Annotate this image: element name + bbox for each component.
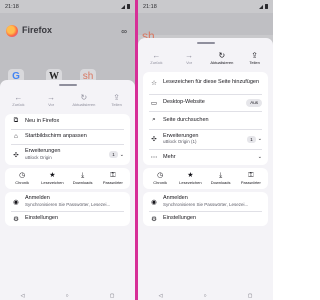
menu-item-find-in-page[interactable]: ⌕ Seite durchsuchen xyxy=(143,112,268,129)
firefox-wordmark: Firefox xyxy=(22,25,53,35)
account-card: ◉ Anmelden Synchronisieren Sie Passwörter… xyxy=(143,192,268,226)
menu-item-customize-home[interactable]: ⌂ Startbildschirm anpassen xyxy=(5,129,130,144)
settings-item[interactable]: ⚙ Einstellungen xyxy=(5,212,130,226)
menu-item-extensions[interactable]: ✣ Erweiterungen uBlock Origin (1) 1 ⌄ xyxy=(143,129,268,149)
system-home-icon[interactable]: ○ xyxy=(204,293,207,299)
signal-icon xyxy=(259,4,263,9)
key-icon: ⚿ xyxy=(248,171,254,179)
system-back-icon[interactable]: ◁ xyxy=(21,293,25,299)
chevron-down-icon[interactable]: ⌄ xyxy=(258,136,262,142)
system-home-icon[interactable]: ○ xyxy=(66,293,69,299)
status-icons xyxy=(259,4,268,9)
home-icon: ⌂ xyxy=(14,133,18,140)
share-button[interactable]: ⇪ Teilen xyxy=(239,51,271,66)
status-time: 21:18 xyxy=(143,3,157,10)
chevron-down-icon: ⌄ xyxy=(257,154,262,160)
settings-item[interactable]: ⚙ Einstellungen xyxy=(143,212,268,226)
system-recents-icon[interactable]: ▢ xyxy=(110,293,115,299)
arrow-left-icon: ← xyxy=(14,93,23,102)
menu-item-desktop-site[interactable]: ▭ Desktop-Website Aus xyxy=(143,94,268,111)
gear-icon: ⚙ xyxy=(151,215,157,223)
menu-sheet: ← Zurück → Vor ↻ Aktualisieren ⇪ Teilen ☆ Les… xyxy=(138,38,273,291)
quick-actions-card: ◷ Chronik ★ Lesezeichen ⤓ Downloads ⚿ Passwö… xyxy=(143,167,268,190)
menu-item-add-bookmark[interactable]: ☆ Lesezeichen für diese Seite hinzufügen xyxy=(143,72,268,94)
downloads-button[interactable]: ⤓ Downloads xyxy=(207,172,235,186)
account-icon: ◉ xyxy=(151,198,157,206)
share-icon: ⇪ xyxy=(251,51,258,60)
tab-icon: ⧉ xyxy=(13,117,19,124)
share-icon: ⇪ xyxy=(113,93,120,102)
nav-row: ← Zurück → Vor ↻ Aktualisieren ⇪ Teilen xyxy=(0,86,135,111)
status-bar: 21:18 xyxy=(0,0,135,13)
status-icons xyxy=(121,4,130,9)
download-icon: ⤓ xyxy=(219,171,223,179)
forward-button[interactable]: → Vor xyxy=(173,51,205,66)
system-nav-bar: ◁ ○ ▢ xyxy=(0,291,135,300)
account-icon: ◉ xyxy=(13,198,19,206)
sign-in-item[interactable]: ◉ Anmelden Synchronisieren Sie Passwörter… xyxy=(5,192,130,211)
page-actions-card: ☆ Lesezeichen für diese Seite hinzufügen … xyxy=(143,71,268,165)
history-button[interactable]: ◷ Chronik xyxy=(8,172,36,186)
download-icon: ⤓ xyxy=(81,171,85,179)
sign-in-item[interactable]: ◉ Anmelden Synchronisieren Sie Passwörter… xyxy=(143,192,268,211)
left-screen: 21:18 Firefox ∞ G W sh ← Zurück → Vor ↻ Akt… xyxy=(0,0,135,300)
status-time: 21:18 xyxy=(5,3,19,10)
quick-actions-row: ◷ Chronik ★ Lesezeichen ⤓ Downloads ⚿ Passwö… xyxy=(143,168,268,190)
chevron-down-icon[interactable]: ⌄ xyxy=(120,152,124,158)
firefox-logo-icon xyxy=(6,25,18,37)
battery-icon xyxy=(265,4,268,9)
star-outline-icon: ☆ xyxy=(151,79,157,87)
arrow-right-icon: → xyxy=(47,93,56,102)
battery-icon xyxy=(127,4,130,9)
bookmarks-button[interactable]: ★ Lesezeichen xyxy=(38,172,66,186)
system-nav-bar: ◁ ○ ▢ xyxy=(138,291,273,300)
private-mode-icon[interactable]: ∞ xyxy=(121,27,127,36)
passwords-button[interactable]: ⚿ Passwörter xyxy=(99,172,127,186)
reload-icon: ↻ xyxy=(218,51,226,60)
search-icon: ⌕ xyxy=(152,116,156,123)
more-dots-icon: ⋯ xyxy=(150,154,158,161)
quick-actions-card: ◷ Chronik ★ Lesezeichen ⤓ Downloads ⚿ Passwö… xyxy=(5,167,130,190)
arrow-right-icon: → xyxy=(185,51,194,60)
arrow-left-icon: ← xyxy=(152,51,161,60)
menu-item-extensions[interactable]: ✣ Erweiterungen uBlock Origin 1 ⌄ xyxy=(5,145,130,165)
menu-item-more[interactable]: ⋯ Mehr ⌄ xyxy=(143,150,268,165)
passwords-button[interactable]: ⚿ Passwörter xyxy=(237,172,265,186)
clock-icon: ◷ xyxy=(157,171,164,179)
clock-icon: ◷ xyxy=(19,171,26,179)
bookmarks-button[interactable]: ★ Lesezeichen xyxy=(176,172,204,186)
star-icon: ★ xyxy=(187,171,194,179)
menu-card-main: ⧉ Neu in Firefox ⌂ Startbildschirm anpasse… xyxy=(5,113,130,165)
signal-icon xyxy=(121,4,125,9)
forward-button[interactable]: → Vor xyxy=(35,93,67,108)
status-bar: 21:18 xyxy=(138,0,273,13)
desktop-icon: ▭ xyxy=(150,99,158,107)
key-icon: ⚿ xyxy=(110,171,116,179)
puzzle-icon: ✣ xyxy=(13,151,19,159)
downloads-button[interactable]: ⤓ Downloads xyxy=(69,172,97,186)
gear-icon: ⚙ xyxy=(13,215,19,223)
account-card: ◉ Anmelden Synchronisieren Sie Passwörter… xyxy=(5,192,130,226)
nav-row: ← Zurück → Vor ↻ Aktualisieren ⇪ Teilen xyxy=(138,44,273,69)
share-button[interactable]: ⇪ Teilen xyxy=(101,93,133,108)
menu-item-whats-new[interactable]: ⧉ Neu in Firefox xyxy=(5,114,130,129)
system-back-icon[interactable]: ◁ xyxy=(159,293,163,299)
right-screen: 21:18 sh ← Zurück → Vor ↻ Aktualisieren ⇪ Te… xyxy=(138,0,273,300)
star-icon: ★ xyxy=(49,171,56,179)
quick-actions-row: ◷ Chronik ★ Lesezeichen ⤓ Downloads ⚿ Passwö… xyxy=(5,168,130,190)
extensions-count-badge: 1 xyxy=(247,135,256,143)
puzzle-icon: ✣ xyxy=(151,136,157,143)
reload-icon: ↻ xyxy=(80,93,88,102)
back-button[interactable]: ← Zurück xyxy=(2,93,34,108)
system-recents-icon[interactable]: ▢ xyxy=(248,293,253,299)
page-background: sh xyxy=(138,13,273,43)
history-button[interactable]: ◷ Chronik xyxy=(146,172,174,186)
desktop-site-toggle[interactable]: Aus xyxy=(246,98,262,107)
menu-sheet: ← Zurück → Vor ↻ Aktualisieren ⇪ Teilen ⧉ Neu… xyxy=(0,80,135,291)
extensions-count-badge: 1 xyxy=(109,151,118,158)
reload-button[interactable]: ↻ Aktualisieren xyxy=(206,51,238,66)
reload-button[interactable]: ↻ Aktualisieren xyxy=(68,93,100,108)
back-button[interactable]: ← Zurück xyxy=(140,51,172,66)
